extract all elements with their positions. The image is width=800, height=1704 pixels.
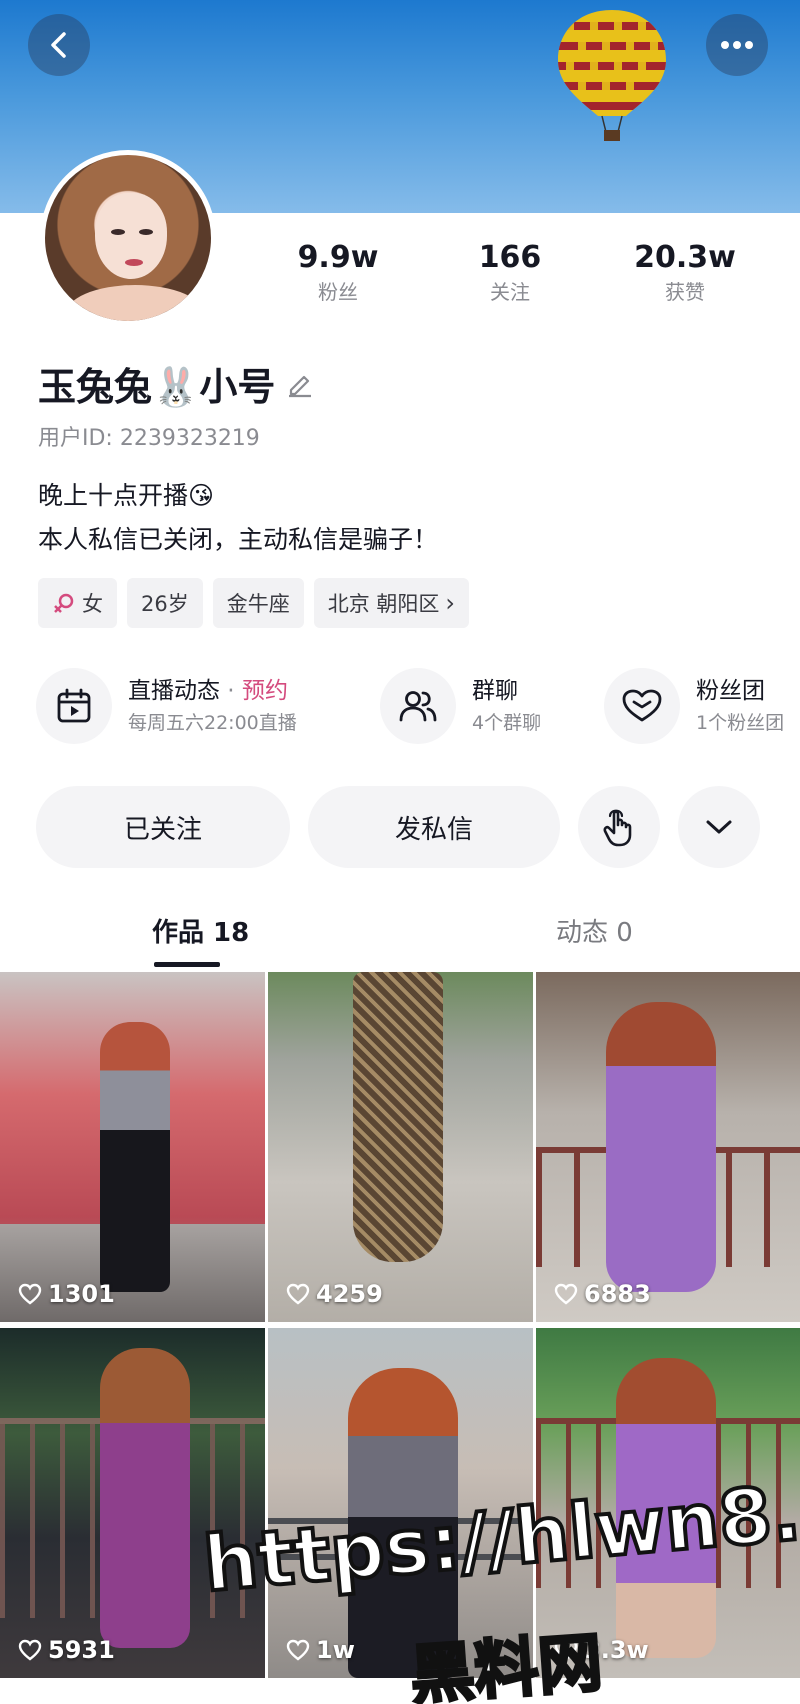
more-dots-icon	[721, 41, 753, 49]
bio-line: 本人私信已关闭，主动私信是骗子！	[38, 525, 439, 554]
heart-outline-icon	[286, 1283, 310, 1305]
like-count-value: 5931	[48, 1636, 115, 1664]
followed-button[interactable]: 已关注	[36, 786, 290, 868]
hot-air-balloon-image	[558, 10, 666, 141]
poke-button[interactable]	[578, 786, 660, 868]
live-schedule-label: 直播动态	[128, 678, 220, 704]
more-options-button[interactable]	[706, 14, 768, 76]
tag-gender: 女	[38, 578, 117, 628]
stat-label: 粉丝	[318, 280, 358, 304]
tab-works[interactable]: 作品 18	[152, 910, 249, 956]
calendar-live-icon	[57, 688, 91, 723]
group-chat-icon	[399, 691, 437, 722]
tag-age: 26岁	[127, 578, 203, 628]
like-count: 5931	[18, 1636, 115, 1664]
tag-location-label: 北京 朝阳区	[327, 592, 440, 616]
work-item[interactable]: 4259	[268, 972, 533, 1322]
send-message-button[interactable]: 发私信	[308, 786, 560, 868]
live-schedule-dot: ·	[220, 678, 242, 704]
group-chat-entry[interactable]: 群聊 4个群聊	[380, 668, 541, 744]
avatar[interactable]	[40, 150, 216, 326]
watermark-text: 黑料网	[407, 1625, 607, 1704]
pencil-icon[interactable]	[285, 368, 315, 398]
watermark: https://hlwn8.com 黑料网	[198, 1450, 800, 1704]
fan-club-entry[interactable]: 粉丝团 1个粉丝团	[604, 668, 784, 744]
avatar-body	[65, 285, 205, 321]
group-chat-title: 群聊	[472, 678, 518, 704]
name-row: 玉兔兔🐰小号	[38, 355, 315, 411]
tab-moments[interactable]: 动态 0	[556, 910, 633, 956]
live-schedule-icon-wrap	[36, 668, 112, 744]
heart-outline-icon	[554, 1283, 578, 1305]
fan-club-heart-icon	[622, 689, 662, 722]
heart-outline-icon	[18, 1639, 42, 1661]
active-tab-indicator	[154, 962, 220, 967]
tag-location[interactable]: 北京 朝阳区 ›	[313, 578, 470, 628]
fan-club-subtitle: 1个粉丝团	[696, 712, 785, 734]
group-chat-subtitle: 4个群聊	[472, 712, 542, 734]
reserve-link[interactable]: 预约	[242, 678, 288, 704]
avatar-eye	[139, 229, 153, 235]
hand-pointer-icon	[603, 809, 632, 847]
stat-label: 获赞	[665, 280, 705, 304]
stat-fans[interactable]: 9.9w 粉丝	[258, 238, 418, 306]
work-item[interactable]: 1301	[0, 972, 265, 1322]
profile-name: 玉兔兔🐰小号	[38, 364, 276, 409]
tag-zodiac: 金牛座	[212, 578, 304, 628]
tag-age-label: 26岁	[141, 592, 189, 616]
like-count-value: 4259	[316, 1280, 383, 1308]
chevron-right-icon: ›	[445, 589, 456, 617]
profile-tags: 女 26岁 金牛座 北京 朝阳区 ›	[38, 578, 470, 628]
live-schedule-title: 直播动态 · 预约	[128, 674, 297, 708]
chevron-down-icon	[706, 820, 732, 834]
bio-line: 晚上十点开播😘	[38, 481, 215, 510]
stat-label: 关注	[490, 280, 530, 304]
feature-row: 直播动态 · 预约 每周五六22:00直播 群聊 4个群聊 粉丝团 1个粉丝团	[0, 668, 800, 748]
user-id: 用户ID: 2239323219	[38, 426, 260, 451]
female-icon	[54, 593, 74, 613]
group-chat-icon-wrap	[380, 668, 456, 744]
bio: 晚上十点开播😘 本人私信已关闭，主动私信是骗子！	[38, 474, 438, 562]
like-count: 4259	[286, 1280, 383, 1308]
tag-gender-label: 女	[82, 592, 103, 616]
content-tabs: 作品 18 动态 0	[0, 900, 800, 972]
work-figure	[100, 1022, 170, 1292]
like-count: 1301	[18, 1280, 115, 1308]
back-button[interactable]	[28, 14, 90, 76]
stat-value: 9.9w	[297, 240, 379, 275]
tag-zodiac-label: 金牛座	[226, 592, 290, 616]
fan-club-title: 粉丝团	[696, 678, 765, 704]
stat-likes[interactable]: 20.3w 获赞	[605, 238, 765, 306]
action-bar: 已关注 发私信	[0, 786, 800, 868]
like-count-value: 6883	[584, 1280, 651, 1308]
live-schedule-entry[interactable]: 直播动态 · 预约 每周五六22:00直播	[36, 668, 297, 744]
work-item[interactable]: 6883	[536, 972, 800, 1322]
heart-outline-icon	[18, 1283, 42, 1305]
work-figure	[353, 972, 443, 1262]
avatar-eye	[111, 229, 125, 235]
stat-following[interactable]: 166 关注	[430, 238, 590, 306]
like-count: 6883	[554, 1280, 651, 1308]
avatar-lips	[125, 259, 143, 266]
stat-value: 166	[478, 240, 542, 275]
fan-club-icon-wrap	[604, 668, 680, 744]
live-schedule-subtitle: 每周五六22:00直播	[128, 712, 297, 734]
more-actions-dropdown[interactable]	[678, 786, 760, 868]
work-figure	[100, 1348, 190, 1648]
stat-value: 20.3w	[634, 240, 736, 275]
work-figure	[606, 1002, 716, 1292]
like-count-value: 1301	[48, 1280, 115, 1308]
avatar-face	[95, 193, 167, 279]
chevron-left-icon	[51, 32, 66, 58]
